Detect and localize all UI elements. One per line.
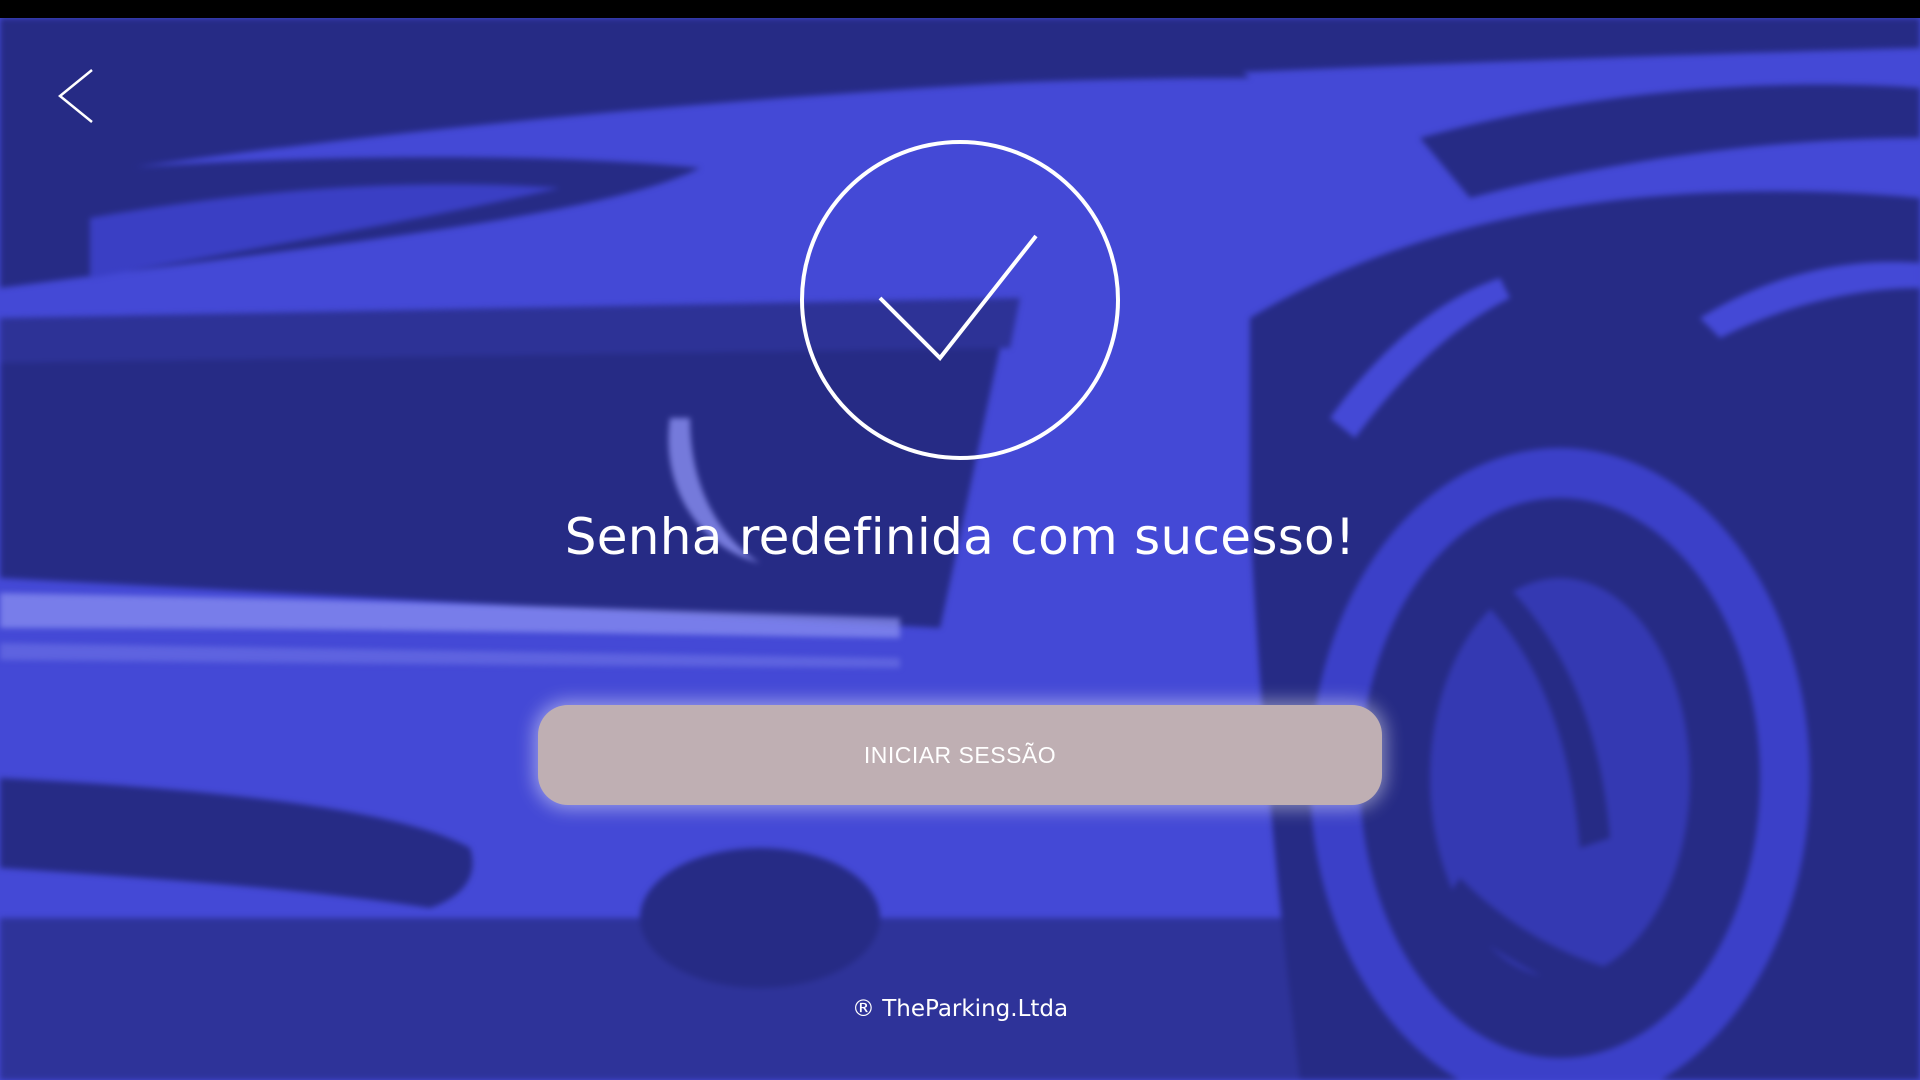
copyright-footer: ® TheParking.Ltda [851, 996, 1069, 1022]
success-title: Senha redefinida com sucesso! [564, 508, 1356, 566]
chevron-left-icon [58, 69, 93, 123]
back-button[interactable] [50, 66, 110, 126]
top-bar [0, 0, 1920, 18]
success-status [796, 136, 1124, 464]
check-circle-icon [800, 140, 1120, 460]
reset-success-screen: Senha redefinida com sucesso! INICIAR SE… [0, 18, 1920, 1080]
start-session-button[interactable]: INICIAR SESSÃO [538, 705, 1382, 805]
